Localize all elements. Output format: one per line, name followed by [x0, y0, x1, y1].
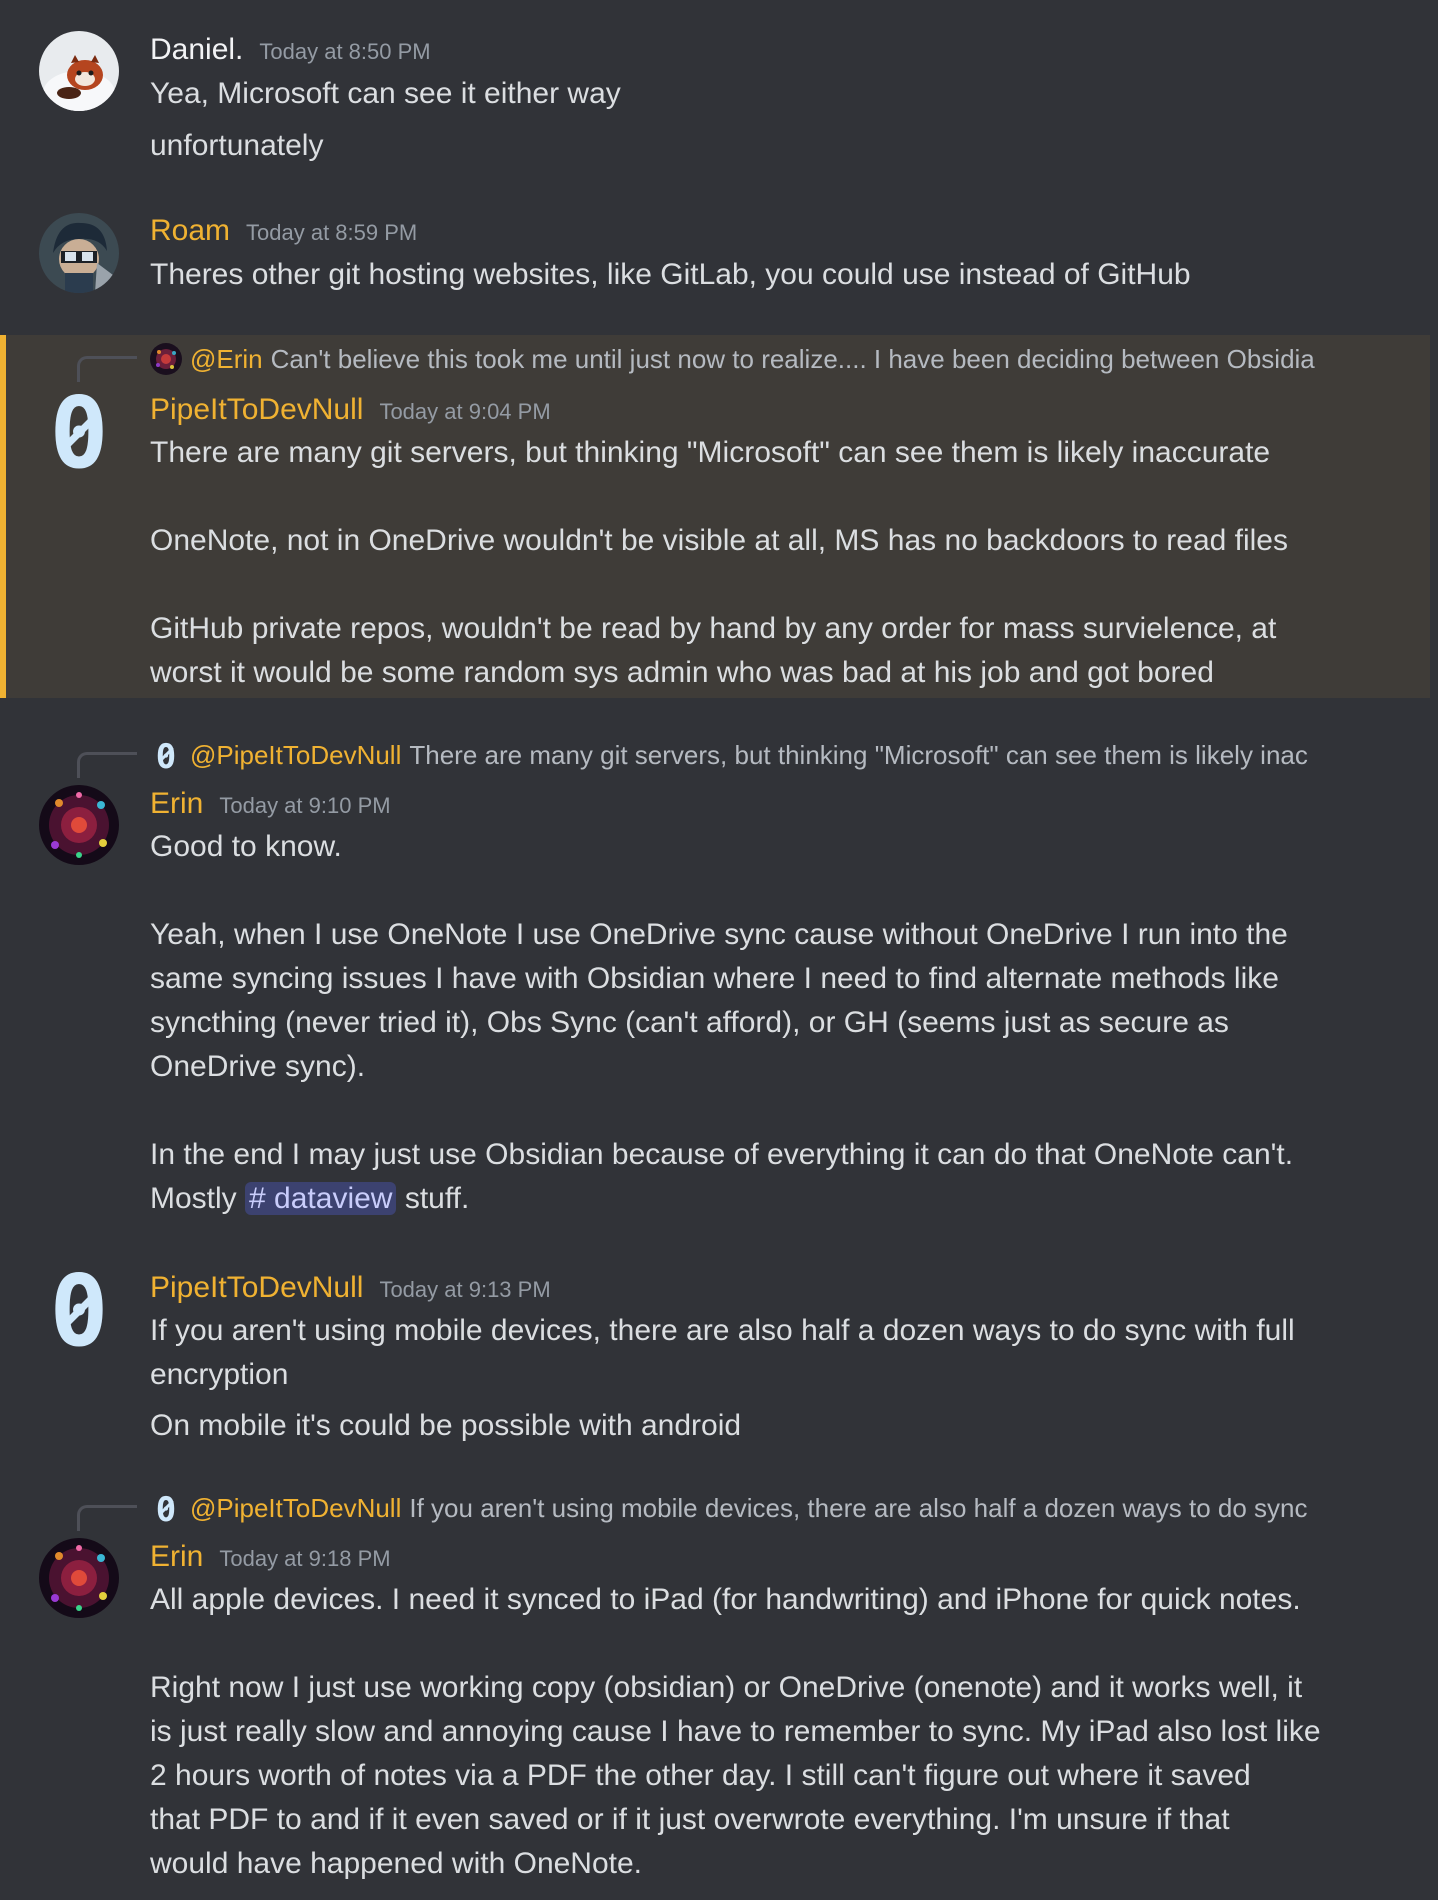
- message-text: same syncing issues I have with Obsidian…: [150, 962, 1279, 995]
- avatar[interactable]: [39, 31, 119, 111]
- timestamp: Today at 9:04 PM: [379, 399, 551, 424]
- message-text: Yea, Microsoft can see it either way: [150, 77, 621, 110]
- message-text: All apple devices. I need it synced to i…: [150, 1583, 1301, 1616]
- avatar[interactable]: [39, 1538, 119, 1618]
- username[interactable]: Daniel.: [150, 30, 243, 70]
- reply-mention[interactable]: @PipeItToDevNull: [190, 740, 401, 771]
- timestamp: Today at 8:50 PM: [259, 39, 431, 64]
- message-text: GitHub private repos, wouldn't be read b…: [150, 612, 1277, 645]
- reply-preview[interactable]: 0 @PipeItToDevNull There are many git se…: [150, 735, 1336, 775]
- reply-text[interactable]: There are many git servers, but thinking…: [409, 740, 1308, 771]
- message-text: is just really slow and annoying cause I…: [150, 1715, 1321, 1748]
- reply-mention[interactable]: @PipeItToDevNull: [190, 1493, 401, 1524]
- fireworks-icon: [150, 343, 182, 375]
- timestamp: Today at 9:18 PM: [219, 1546, 391, 1571]
- message-text-segment: Mostly: [150, 1182, 237, 1215]
- message-text: Theres other git hosting websites, like …: [150, 258, 1191, 291]
- message-text: OneNote, not in OneDrive wouldn't be vis…: [150, 524, 1288, 557]
- timestamp: Today at 8:59 PM: [246, 220, 418, 245]
- reply-text[interactable]: Can't believe this took me until just no…: [271, 344, 1315, 375]
- message-text: unfortunately: [150, 129, 324, 162]
- timestamp: Today at 9:10 PM: [219, 793, 391, 818]
- message-text: If you aren't using mobile devices, ther…: [150, 1314, 1295, 1347]
- message-text: encryption: [150, 1358, 289, 1391]
- reply-spine: [77, 752, 137, 778]
- reply-preview[interactable]: @Erin Can't believe this took me until j…: [150, 339, 1336, 379]
- message-text: On mobile it's could be possible with an…: [150, 1409, 742, 1442]
- reply-spine: [77, 1505, 137, 1531]
- username[interactable]: Erin: [150, 784, 203, 824]
- username[interactable]: Roam: [150, 211, 230, 251]
- message-text: syncthing (never tried it), Obs Sync (ca…: [150, 1006, 1229, 1039]
- message-text: In the end I may just use Obsidian becau…: [150, 1138, 1294, 1171]
- message-text: Good to know.: [150, 830, 342, 863]
- avatar[interactable]: 0: [39, 1267, 119, 1357]
- reply-text[interactable]: If you aren't using mobile devices, ther…: [409, 1493, 1307, 1524]
- message-text: would have happened with OneNote.: [150, 1847, 643, 1880]
- message-text: that PDF to and if it even saved or if i…: [150, 1803, 1230, 1836]
- message-text-segment: stuff.: [404, 1182, 470, 1215]
- reply-preview[interactable]: 0 @PipeItToDevNull If you aren't using m…: [150, 1488, 1336, 1528]
- timestamp: Today at 9:13 PM: [379, 1277, 551, 1302]
- zero-glyph-icon: 0: [150, 739, 182, 771]
- message-text: worst it would be some random sys admin …: [150, 656, 1214, 689]
- reply-spine: [77, 356, 137, 382]
- username[interactable]: PipeItToDevNull: [150, 390, 363, 430]
- message-text: Yeah, when I use OneNote I use OneDrive …: [150, 918, 1288, 951]
- username[interactable]: Erin: [150, 1537, 203, 1577]
- message-text: 2 hours worth of notes via a PDF the oth…: [150, 1759, 1251, 1792]
- message-text: Mostly # dataview stuff.: [150, 1179, 469, 1219]
- avatar[interactable]: [39, 785, 119, 865]
- message-text: There are many git servers, but thinking…: [150, 436, 1271, 469]
- channel-mention-dataview[interactable]: # dataview: [245, 1182, 397, 1215]
- avatar[interactable]: 0: [39, 389, 119, 479]
- message-text: Right now I just use working copy (obsid…: [150, 1671, 1303, 1704]
- username[interactable]: PipeItToDevNull: [150, 1268, 363, 1308]
- zero-glyph-icon: 0: [150, 1492, 182, 1524]
- avatar[interactable]: [39, 213, 119, 293]
- message-text: OneDrive sync).: [150, 1050, 366, 1083]
- reply-mention[interactable]: @Erin: [190, 344, 263, 375]
